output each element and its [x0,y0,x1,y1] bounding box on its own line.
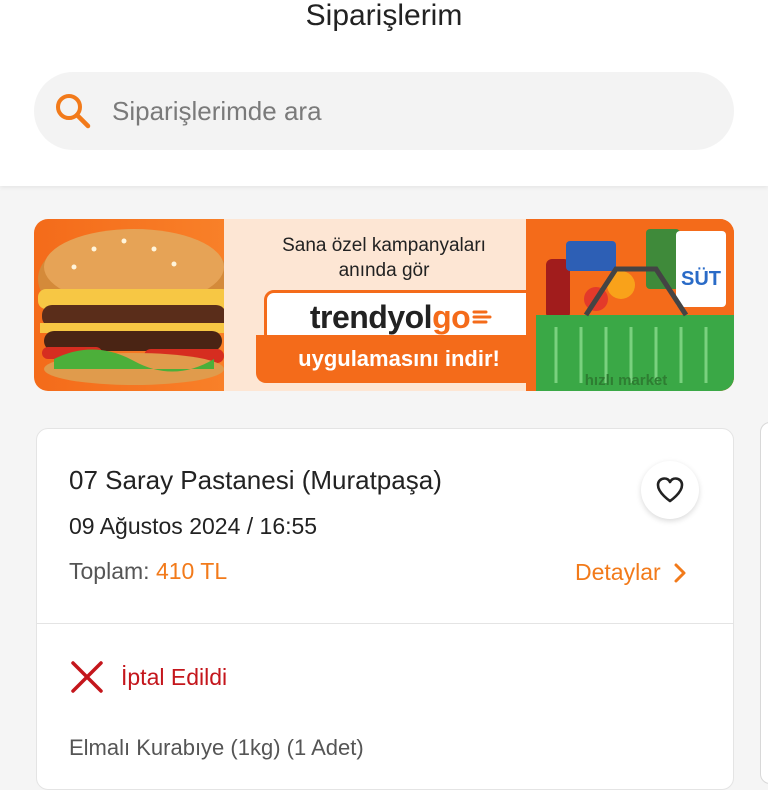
grocery-basket-illustration: SÜT hızlı market [526,219,734,391]
page-title: Siparişlerim [305,0,463,32]
search-icon [54,92,92,130]
brand-arrow-icon [472,310,492,324]
banner-line-2: anında gör [338,260,430,281]
search-input[interactable] [110,94,674,128]
cross-icon [71,661,103,693]
chevron-right-icon [674,563,686,582]
milk-label: SÜT [681,267,721,290]
order-item: Elmalı Kurabıye (1kg) (1 Adet) [69,735,364,760]
store-name: 07 Saray Pastanesi (Muratpaşa) [69,465,442,495]
search-bar[interactable] [34,72,734,150]
order-date: 09 Ağustos 2024 / 16:55 [69,513,318,539]
promo-banner[interactable]: Sana özel kampanyaları anında gör trendy… [34,219,734,391]
favorite-button[interactable] [641,461,699,519]
burger-illustration [38,229,230,385]
banner-headline: Sana özel kampanyaları anında gör [224,233,544,283]
total-label: Toplam: [69,558,150,584]
order-total: Toplam: 410 TL [69,558,227,585]
heart-icon [656,477,684,503]
details-link[interactable]: Detaylar [575,559,687,586]
details-label: Detaylar [575,559,661,585]
download-app-button[interactable]: uygulamasını indir! [256,335,542,383]
brand-main: trendyol [309,298,433,335]
order-status: İptal Edildi [69,659,227,695]
banner-line-1: Sana özel kampanyaları [282,235,486,256]
status-label: İptal Edildi [121,663,228,690]
brand-suffix: go [432,298,471,335]
basket-label: hızlı market [585,372,668,389]
total-value: 410 TL [155,558,228,584]
divider [37,623,733,624]
order-card[interactable]: 07 Saray Pastanesi (Muratpaşa) 09 Ağusto… [36,428,734,790]
header: Siparişlerim [0,0,768,186]
next-order-card-edge [760,422,768,784]
